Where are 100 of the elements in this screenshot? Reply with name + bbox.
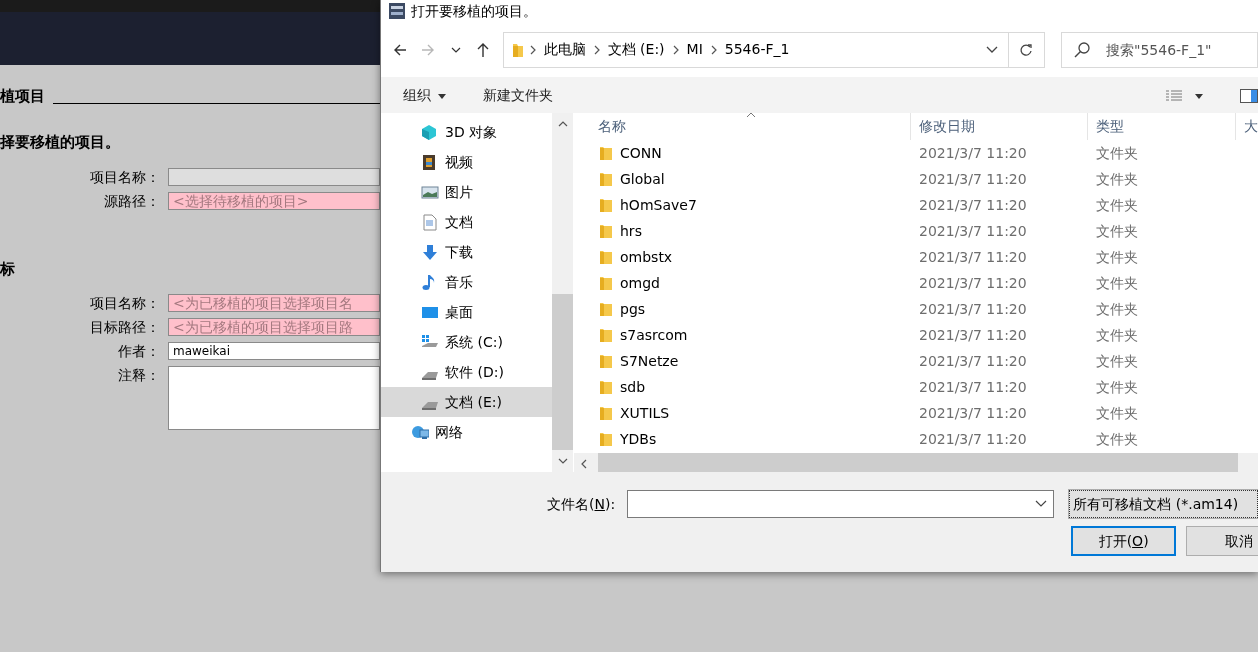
nav-item[interactable]: 文档 (E:) xyxy=(381,387,552,417)
search-field[interactable]: 搜索"5546-F_1" xyxy=(1061,31,1258,68)
text-area[interactable] xyxy=(168,366,380,430)
file-name[interactable]: ombstx xyxy=(620,246,673,268)
field-label: 文件名(N): xyxy=(547,494,617,514)
folder-icon xyxy=(600,275,612,291)
open-button[interactable]: 打开(O) xyxy=(1071,526,1177,556)
field-label: 源路径： xyxy=(103,191,160,210)
folder-icon xyxy=(600,353,612,369)
file-name[interactable]: omgd xyxy=(620,272,660,294)
folder-icon xyxy=(600,197,612,213)
folder-icon xyxy=(600,431,612,447)
file-date: 2021/3/7 11:20 xyxy=(918,143,1028,163)
nav-item[interactable]: 3D 对象 xyxy=(381,117,552,147)
cancel-button[interactable]: 取消 xyxy=(1186,526,1258,556)
file-date: 2021/3/7 11:20 xyxy=(918,169,1028,189)
input-field[interactable]: maweikai xyxy=(168,342,380,360)
file-date: 2021/3/7 11:20 xyxy=(918,299,1028,319)
breadcrumb-item[interactable]: MI xyxy=(682,39,707,60)
folder-icon xyxy=(600,171,612,187)
file-name[interactable]: hrs xyxy=(620,220,642,242)
file-name[interactable]: hOmSave7 xyxy=(620,194,697,216)
file-type: 文件夹 xyxy=(1095,143,1139,163)
window-title: 打开要移植的项目。 xyxy=(411,1,537,21)
folder-icon xyxy=(600,405,612,421)
cube-icon xyxy=(421,123,439,141)
breadcrumb-item[interactable]: 5546-F_1 xyxy=(720,39,794,60)
nav-item[interactable]: 图片 xyxy=(381,177,552,207)
field-label: 项目名称： xyxy=(89,294,160,312)
nav-item[interactable]: 文档 xyxy=(381,207,552,237)
file-name[interactable]: S7Netze xyxy=(620,350,679,372)
nav-item[interactable]: 软件 (D:) xyxy=(381,357,552,387)
field-label: 作者： xyxy=(117,342,160,360)
column-header[interactable]: 大 xyxy=(1236,113,1258,140)
folder-icon xyxy=(600,223,612,239)
file-name[interactable]: YDBs xyxy=(620,428,657,450)
file-type: 文件夹 xyxy=(1095,273,1139,293)
menu-button[interactable]: 组织 xyxy=(403,80,447,110)
file-type: 文件夹 xyxy=(1095,351,1139,371)
column-header[interactable]: 修改日期 xyxy=(911,113,1088,140)
file-date: 2021/3/7 11:20 xyxy=(918,273,1028,293)
folder-icon xyxy=(600,301,612,317)
scroll-left-icon xyxy=(581,459,587,469)
breadcrumb-item[interactable]: 此电脑 xyxy=(539,39,590,60)
file-name[interactable]: XUTILS xyxy=(620,402,670,424)
folder-icon xyxy=(600,379,612,395)
file-date: 2021/3/7 11:20 xyxy=(918,377,1028,397)
caret-icon xyxy=(450,46,461,53)
network-icon xyxy=(411,423,429,441)
caret-icon xyxy=(1194,91,1204,100)
file-name[interactable]: sdb xyxy=(620,376,646,398)
refresh-icon xyxy=(1019,42,1034,57)
column-header[interactable]: 名称 xyxy=(574,113,911,140)
filename-field[interactable] xyxy=(626,490,1055,518)
breadcrumb-item[interactable]: 文档 (E:) xyxy=(603,39,669,60)
folder-icon xyxy=(600,327,612,343)
file-type: 文件夹 xyxy=(1095,221,1139,241)
file-type: 文件夹 xyxy=(1095,299,1139,319)
app-icon xyxy=(389,3,405,19)
nav-item[interactable]: 网络 xyxy=(381,417,552,447)
section-heading: 标 xyxy=(0,258,15,280)
column-header[interactable]: 类型 xyxy=(1088,113,1236,140)
field-label: 项目名称： xyxy=(89,167,160,186)
file-type: 文件夹 xyxy=(1095,403,1139,423)
drive-icon xyxy=(421,400,439,410)
field-label: 目标路径： xyxy=(89,318,160,336)
file-type: 文件夹 xyxy=(1095,325,1139,345)
file-type: 文件夹 xyxy=(1095,429,1139,449)
folder-icon xyxy=(600,249,612,265)
file-date: 2021/3/7 11:20 xyxy=(918,351,1028,371)
file-type: 文件夹 xyxy=(1095,377,1139,397)
file-date: 2021/3/7 11:20 xyxy=(918,429,1028,449)
nav-item[interactable]: 下载 xyxy=(381,237,552,267)
nav-item[interactable]: 桌面 xyxy=(381,297,552,327)
file-name[interactable]: pgs xyxy=(620,298,646,320)
file-type: 文件夹 xyxy=(1095,195,1139,215)
page-heading: 植项目 xyxy=(0,85,45,107)
nav-item[interactable]: 视频 xyxy=(381,147,552,177)
drive-icon xyxy=(421,370,439,380)
folder-icon xyxy=(600,145,612,161)
nav-item[interactable]: 音乐 xyxy=(381,267,552,297)
document-icon xyxy=(421,213,439,231)
address-bar[interactable]: 此电脑 文档 (E:) MI 5546-F_1 xyxy=(502,31,1045,68)
file-date: 2021/3/7 11:20 xyxy=(918,195,1028,215)
file-date: 2021/3/7 11:20 xyxy=(918,221,1028,241)
toolbar-button[interactable]: 新建文件夹 xyxy=(483,80,553,110)
scroll-down-icon xyxy=(557,458,568,464)
file-name[interactable]: Global xyxy=(620,168,665,190)
horizontal-scrollbar[interactable] xyxy=(574,453,1258,472)
dropdown-icon xyxy=(1035,500,1048,508)
caret-icon xyxy=(437,91,447,100)
section-heading: 择要移植的项目。 xyxy=(0,132,120,153)
file-name[interactable]: CONN xyxy=(620,142,662,164)
list-view-icon xyxy=(1166,88,1182,103)
download-arrow-icon xyxy=(421,243,439,261)
file-name[interactable]: s7asrcom xyxy=(620,324,688,346)
file-date: 2021/3/7 11:20 xyxy=(918,325,1028,345)
nav-item[interactable]: 系统 (C:) xyxy=(381,327,552,357)
image-icon xyxy=(421,183,439,201)
file-type-dropdown[interactable]: 所有可移植文档 (*.am14) xyxy=(1069,490,1258,518)
